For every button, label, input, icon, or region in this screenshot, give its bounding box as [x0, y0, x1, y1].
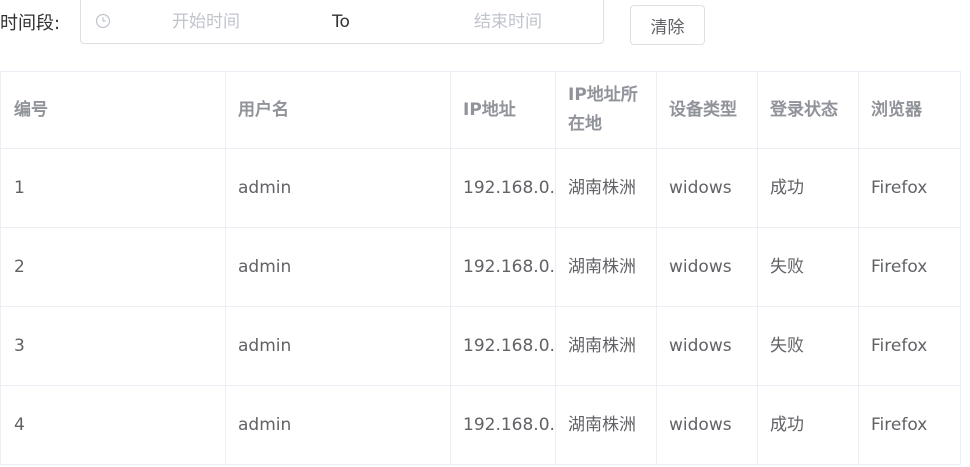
cell-browser: Firefox	[858, 227, 961, 307]
login-log-table: 编号 用户名 IP地址 IP地址所在地 设备类型 登录状态 浏览器 1 admi…	[0, 71, 961, 465]
cell-id: 3	[0, 306, 226, 386]
clock-icon	[95, 13, 111, 29]
end-time-input[interactable]	[433, 9, 583, 35]
cell-ip-location: 湖南株洲	[555, 385, 657, 465]
cell-ip-location: 湖南株洲	[555, 227, 657, 307]
cell-username: admin	[225, 385, 451, 465]
table-row: 4 admin 192.168.0.1 湖南株洲 widows 成功 Firef…	[0, 385, 961, 465]
cell-username: admin	[225, 306, 451, 386]
table-row: 2 admin 192.168.0.1 湖南株洲 widows 失败 Firef…	[0, 227, 961, 307]
cell-ip: 192.168.0.1	[450, 148, 556, 228]
clear-button[interactable]: 清除	[630, 5, 705, 45]
header-browser: 浏览器	[858, 71, 961, 149]
cell-browser: Firefox	[858, 306, 961, 386]
cell-id: 2	[0, 227, 226, 307]
header-ip: IP地址	[450, 71, 556, 149]
date-range-picker[interactable]: To	[80, 0, 604, 44]
cell-login-status: 成功	[757, 385, 859, 465]
cell-ip: 192.168.0.1	[450, 306, 556, 386]
cell-device-type: widows	[656, 227, 758, 307]
cell-device-type: widows	[656, 148, 758, 228]
cell-device-type: widows	[656, 306, 758, 386]
cell-username: admin	[225, 148, 451, 228]
cell-login-status: 失败	[757, 227, 859, 307]
cell-ip-location: 湖南株洲	[555, 306, 657, 386]
cell-ip: 192.168.0.1	[450, 227, 556, 307]
header-login-status: 登录状态	[757, 71, 859, 149]
table-row: 1 admin 192.168.0.1 湖南株洲 widows 成功 Firef…	[0, 148, 961, 228]
cell-login-status: 成功	[757, 148, 859, 228]
header-username: 用户名	[225, 71, 451, 149]
time-range-label: 时间段:	[0, 13, 61, 34]
cell-ip: 192.168.0.1	[450, 385, 556, 465]
header-ip-location: IP地址所在地	[555, 71, 657, 149]
table-header-row: 编号 用户名 IP地址 IP地址所在地 设备类型 登录状态 浏览器	[0, 71, 961, 149]
cell-username: admin	[225, 227, 451, 307]
cell-browser: Firefox	[858, 148, 961, 228]
table-row: 3 admin 192.168.0.1 湖南株洲 widows 失败 Firef…	[0, 306, 961, 386]
cell-browser: Firefox	[858, 385, 961, 465]
cell-login-status: 失败	[757, 306, 859, 386]
header-device-type: 设备类型	[656, 71, 758, 149]
cell-id: 4	[0, 385, 226, 465]
cell-device-type: widows	[656, 385, 758, 465]
cell-ip-location: 湖南株洲	[555, 148, 657, 228]
cell-id: 1	[0, 148, 226, 228]
start-time-input[interactable]	[131, 9, 281, 35]
header-id: 编号	[0, 71, 226, 149]
range-separator: To	[332, 12, 350, 32]
